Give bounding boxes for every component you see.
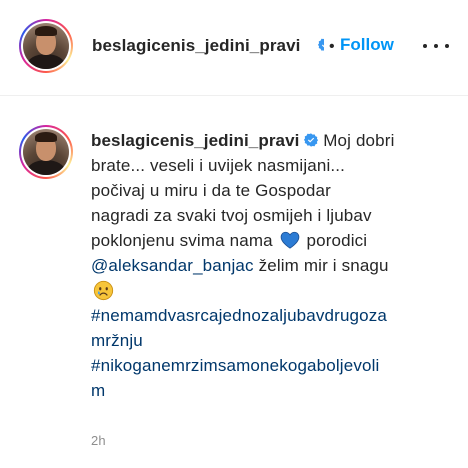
caption-line: beslagicenis_jedini_pravi Moj dobri <box>91 128 451 153</box>
caption-text-segment: želim mir i snagu <box>258 256 389 275</box>
hashtag-text[interactable]: #nikoganemrzimsamonekogaboljevoli <box>91 356 379 375</box>
hashtag-text[interactable]: mržnju <box>91 331 143 350</box>
hashtag-link[interactable]: #nikoganemrzimsamonekogaboljevoli <box>91 353 451 378</box>
caption-line: @aleksandar_banjac želim mir i snagu <box>91 253 451 278</box>
hashtag-link-continued[interactable]: mržnju <box>91 328 451 353</box>
caption-line: nagradi za svaki tvoj osmijeh i ljubav <box>91 206 372 225</box>
verified-icon-clipped <box>318 38 324 54</box>
caption-line: brate... veseli i uvijek nasmijani... <box>91 156 346 175</box>
caption-line: poklonjenu svima nama porodici <box>91 228 451 253</box>
caption-line <box>91 278 451 303</box>
author-avatar[interactable] <box>19 19 73 73</box>
hashtag-text[interactable]: #nemamdvasrcajednozaljubavdrugoza <box>91 306 387 325</box>
avatar-photo <box>23 129 69 175</box>
caption-text-segment: Moj dobri <box>323 131 395 150</box>
more-dot <box>434 44 438 48</box>
verified-badge-icon <box>304 133 319 147</box>
avatar-shirt <box>27 54 65 69</box>
caption-username[interactable]: beslagicenis_jedini_pravi <box>91 131 299 150</box>
caption-avatar[interactable] <box>19 125 73 179</box>
post-timestamp[interactable]: 2h <box>91 433 106 448</box>
caption-line: počivaj u miru i da te Gospodar <box>91 181 331 200</box>
verified-badge-icon <box>318 38 324 51</box>
hashtag-link[interactable]: #nemamdvasrcajednozaljubavdrugoza <box>91 303 451 328</box>
avatar-border <box>21 127 71 177</box>
post-header: beslagicenis_jedini_pravi • Follow <box>0 0 468 96</box>
more-dot <box>423 44 427 48</box>
more-dot <box>445 44 449 48</box>
header-separator: • <box>329 38 335 55</box>
more-options-icon[interactable] <box>423 36 449 56</box>
hashtag-link-continued[interactable]: m <box>91 378 451 403</box>
caption-text-segment: poklonjenu svima nama <box>91 231 273 250</box>
caption-text: beslagicenis_jedini_pravi Moj dobri brat… <box>91 128 451 403</box>
post-caption: beslagicenis_jedini_pravi Moj dobri brat… <box>0 97 468 468</box>
author-username[interactable]: beslagicenis_jedini_pravi <box>92 36 300 56</box>
follow-button[interactable]: Follow <box>340 35 394 55</box>
avatar-hair <box>35 132 57 142</box>
user-mention-link[interactable]: @aleksandar_banjac <box>91 256 254 275</box>
hashtag-text[interactable]: m <box>91 381 105 400</box>
avatar-border <box>21 21 71 71</box>
instagram-post-panel: beslagicenis_jedini_pravi • Follow besla… <box>0 0 468 468</box>
avatar-shirt <box>27 160 65 175</box>
avatar-photo <box>23 23 69 69</box>
blue-heart-icon <box>280 231 299 249</box>
sad-face-icon <box>93 280 114 301</box>
caption-text-segment: porodici <box>306 231 368 250</box>
avatar-hair <box>35 26 57 36</box>
